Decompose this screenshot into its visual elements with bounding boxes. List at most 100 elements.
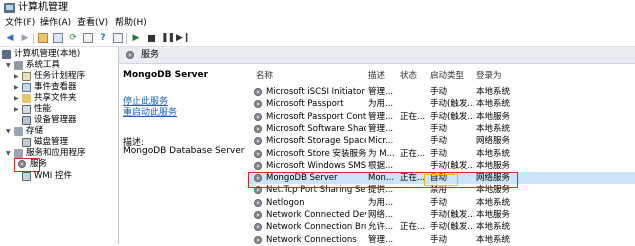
service-row[interactable]: Network Connected Devic...网络... 手动(触发...本… — [248, 209, 635, 221]
collapse-arrow-icon[interactable]: ▶ — [14, 71, 20, 82]
service-logon-cell: 本地系统 — [476, 222, 511, 233]
services-list: 名称 描述 状态 启动类型 登录为 Microsoft iSCSI Initia… — [248, 64, 635, 245]
service-description-cell: 管理... — [368, 123, 394, 134]
service-startup-cell: 手动 — [430, 123, 448, 134]
pause-icon[interactable]: ❚❚ — [161, 33, 175, 43]
tools-icon — [14, 61, 23, 70]
service-name-cell: Microsoft Passport — [266, 99, 344, 110]
service-logon-cell: 本地系统 — [476, 123, 511, 134]
restart-icon[interactable]: ▶❙ — [176, 33, 190, 43]
collapse-arrow-icon[interactable]: ▶ — [14, 104, 20, 115]
performance-icon — [22, 105, 31, 114]
service-row[interactable]: Microsoft Storage Spaces S...Micr... 手动 网络… — [248, 135, 635, 147]
service-gear-icon — [254, 100, 262, 109]
service-description-cell: 为 M... — [368, 148, 395, 159]
service-status-cell: 正在... — [400, 148, 426, 159]
service-description-cell: 管理... — [368, 87, 394, 97]
back-arrow-icon[interactable]: ◀ — [5, 33, 15, 43]
toolbar: ◀ ▶ ⟳ ? ▶ ❚❚ ▶❙ — [0, 30, 635, 47]
computer-icon — [2, 50, 11, 59]
service-logon-cell: 本地系统 — [476, 87, 511, 97]
service-gear-icon — [254, 198, 262, 207]
description-text: MongoDB Database Server — [123, 146, 245, 156]
service-gear-icon — [254, 235, 262, 244]
device-manager-icon — [22, 116, 31, 125]
folder-up-icon[interactable] — [38, 33, 48, 43]
menu-view[interactable]: 查看(V) — [77, 17, 108, 29]
stop-icon[interactable] — [146, 33, 156, 43]
service-logon-cell: 本地系统 — [476, 197, 511, 208]
title-bar: 计算机管理 — [0, 0, 635, 16]
service-gear-icon — [254, 211, 262, 219]
export-icon[interactable] — [83, 33, 93, 43]
collapse-arrow-icon[interactable]: ▶ — [14, 82, 20, 93]
service-description-cell: 网络... — [368, 210, 394, 220]
forward-arrow-icon[interactable]: ▶ — [20, 33, 30, 43]
service-row[interactable]: Microsoft iSCSI Initiator Ser...管理... 手动 本… — [248, 86, 635, 98]
restart-service-link[interactable]: 重启动此服务 — [123, 105, 177, 118]
highlight-box-mongodb — [248, 172, 518, 188]
menu-file[interactable]: 文件(F) — [5, 17, 35, 29]
service-startup-cell: 手动(触发... — [430, 99, 474, 110]
service-row[interactable]: Microsoft Software Shado...管理... 手动 本地系统 — [248, 123, 635, 135]
service-logon-cell: 本地系统 — [476, 148, 511, 159]
service-startup-cell: 手动 — [430, 197, 448, 208]
service-description-cell: 允许... — [368, 222, 394, 233]
toolbar-separator — [126, 33, 127, 44]
service-name-cell: Microsoft Software Shado... — [266, 123, 366, 134]
highlight-box-startup-type — [424, 174, 458, 186]
service-startup-cell: 手动 — [430, 87, 448, 97]
expand-arrow-icon[interactable]: ▼ — [6, 126, 12, 137]
expand-arrow-icon[interactable]: ▼ — [6, 148, 12, 159]
header-title: 服务 — [141, 50, 160, 60]
service-startup-cell: 手动(触发... — [430, 111, 474, 122]
service-gear-icon — [254, 223, 262, 232]
properties-icon[interactable] — [53, 33, 63, 43]
column-header-name[interactable]: 名称 — [256, 70, 273, 82]
collapse-arrow-icon[interactable]: ▶ — [14, 93, 20, 104]
service-gear-icon — [254, 161, 262, 170]
event-log-icon — [22, 83, 31, 92]
service-logon-cell: 本地服务 — [476, 160, 511, 171]
service-logon-cell: 本地系统 — [476, 99, 511, 110]
service-description-cell: 管理... — [368, 111, 394, 122]
service-row[interactable]: Microsoft Passport 为用... 手动(触发... 本地系统 — [248, 98, 635, 110]
menu-bar: 文件(F) 操作(A) 查看(V) 帮助(H) — [0, 16, 635, 30]
service-row[interactable]: Microsoft Store 安装服务为 M... 正在... 手动 本地系统 — [248, 148, 635, 160]
service-logon-cell: 网络服务 — [476, 136, 511, 147]
refresh-icon[interactable]: ⟳ — [68, 33, 78, 43]
service-description-cell: Micr... — [368, 136, 394, 147]
toolbar-separator — [33, 33, 34, 44]
service-startup-cell: 手动(触发... — [430, 210, 474, 220]
shared-folder-icon — [22, 94, 31, 103]
play-icon[interactable]: ▶ — [131, 33, 141, 43]
clock-icon — [22, 72, 31, 81]
column-header-status[interactable]: 状态 — [400, 70, 417, 82]
disk-icon — [22, 138, 31, 147]
service-row[interactable]: Microsoft Passport Container管理... 正在... 手动… — [248, 111, 635, 123]
column-header-startup[interactable]: 启动类型 — [430, 70, 464, 82]
service-name-cell: Network Connection Broker — [266, 222, 366, 233]
service-row[interactable]: Microsoft Windows SMS 路...根据... 手动(触发...本… — [248, 160, 635, 172]
help-icon[interactable]: ? — [98, 33, 108, 43]
info-icon[interactable] — [113, 33, 123, 43]
services-header: 服务 — [119, 47, 635, 64]
service-logon-cell: 本地服务 — [476, 111, 511, 122]
column-header-description[interactable]: 描述 — [368, 70, 385, 82]
storage-icon — [14, 127, 23, 136]
service-name-cell: Microsoft Storage Spaces S... — [266, 136, 366, 147]
service-gear-icon — [254, 149, 262, 158]
services-gear-icon — [18, 160, 26, 168]
service-row[interactable]: Network Connection Broker允许... 正在... 手动(触发… — [248, 221, 635, 233]
service-row[interactable]: Netlogon 为用... 手动 本地系统 — [248, 197, 635, 209]
service-description-pane: MongoDB Server 停止此服务 重启动此服务 描述: MongoDB … — [119, 64, 247, 244]
navigation-tree: 计算机管理(本地) ▼ 系统工具 ▶ 任务计划程序 ▶ 事件查看器 ▶ 共享文件… — [0, 47, 119, 244]
menu-help[interactable]: 帮助(H) — [115, 17, 147, 29]
service-gear-icon — [254, 137, 262, 146]
service-startup-cell: 手动(触发... — [430, 160, 474, 171]
expand-arrow-icon[interactable]: ▼ — [6, 60, 12, 71]
service-gear-icon — [254, 112, 262, 121]
service-name-cell: Microsoft iSCSI Initiator Ser... — [266, 87, 366, 97]
menu-action[interactable]: 操作(A) — [40, 17, 71, 29]
column-header-logon[interactable]: 登录为 — [476, 70, 502, 82]
